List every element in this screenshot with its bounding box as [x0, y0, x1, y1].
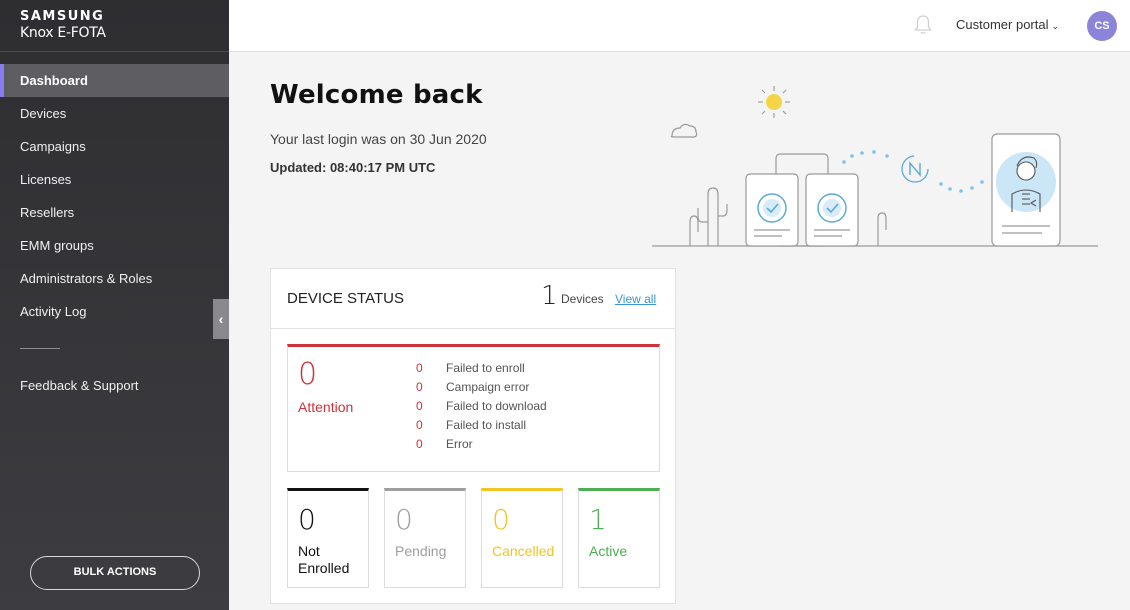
avatar[interactable]: CS	[1087, 11, 1117, 41]
sidebar-item-feedback-support[interactable]: Feedback & Support	[0, 369, 229, 402]
attention-panel[interactable]: 0 Attention 0 Failed to enroll 0 Campaign …	[287, 344, 660, 472]
sidebar-item-emm-groups[interactable]: EMM groups	[0, 229, 229, 262]
bell-icon[interactable]	[913, 14, 933, 36]
updated-timestamp: Updated: 08:40:17 PM UTC	[270, 160, 436, 175]
status-tile-not-enrolled[interactable]: 0 Not Enrolled	[287, 488, 369, 588]
row-count: 0	[416, 380, 423, 394]
tile-label: Cancelled	[492, 543, 555, 559]
brand-logo: SAMSUNG Knox E-FOTA	[0, 0, 229, 52]
top-bar: Customer portal ⌄ CS	[229, 0, 1130, 52]
row-label: Failed to download	[446, 399, 547, 413]
device-status-card: DEVICE STATUS 1 Devices View all 0 Atten…	[270, 268, 676, 604]
attention-row-failed-to-enroll: 0 Failed to enroll	[416, 361, 547, 380]
row-label: Error	[446, 437, 473, 451]
tile-count: 0	[395, 503, 413, 536]
customer-portal-dropdown[interactable]: Customer portal ⌄	[956, 17, 1059, 32]
attention-row-error: 0 Error	[416, 437, 547, 456]
sidebar: SAMSUNG Knox E-FOTA Dashboard Devices Ca…	[0, 0, 229, 610]
view-all-link[interactable]: View all	[615, 292, 656, 306]
attention-row-failed-to-download: 0 Failed to download	[416, 399, 547, 418]
brand-line-1: SAMSUNG	[20, 9, 105, 24]
sidebar-item-administrators-roles[interactable]: Administrators & Roles	[0, 262, 229, 295]
status-tile-cancelled[interactable]: 0 Cancelled	[481, 488, 563, 588]
welcome-illustration	[652, 86, 1098, 247]
tile-count: 1	[589, 503, 607, 536]
sidebar-item-activity-log[interactable]: Activity Log	[0, 295, 229, 328]
status-tile-pending[interactable]: 0 Pending	[384, 488, 466, 588]
device-status-header: DEVICE STATUS 1 Devices View all	[271, 269, 675, 329]
tile-label: Pending	[395, 543, 447, 559]
attention-row-failed-to-install: 0 Failed to install	[416, 418, 547, 437]
row-count: 0	[416, 361, 423, 375]
row-count: 0	[416, 437, 423, 451]
row-count: 0	[416, 418, 423, 432]
sidebar-item-dashboard[interactable]: Dashboard	[0, 64, 229, 97]
chevron-down-icon: ⌄	[1051, 21, 1060, 31]
attention-label: Attention	[298, 399, 354, 415]
total-device-count: 1	[541, 281, 558, 311]
sidebar-nav: Dashboard Devices Campaigns Licenses Res…	[0, 64, 229, 402]
devices-label: Devices	[561, 292, 604, 306]
row-label: Failed to enroll	[446, 361, 525, 375]
row-label: Campaign error	[446, 380, 530, 394]
brand-line-2: Knox E-FOTA	[20, 25, 106, 41]
tile-label: Active	[589, 543, 628, 559]
bulk-actions-button[interactable]: BULK ACTIONS	[30, 556, 200, 590]
sidebar-divider	[20, 348, 60, 349]
status-tile-active[interactable]: 1 Active	[578, 488, 660, 588]
page-title: Welcome back	[270, 80, 483, 110]
row-count: 0	[416, 399, 423, 413]
sidebar-item-licenses[interactable]: Licenses	[0, 163, 229, 196]
chevron-left-icon: ‹	[218, 311, 224, 327]
row-label: Failed to install	[446, 418, 527, 432]
sidebar-item-resellers[interactable]: Resellers	[0, 196, 229, 229]
last-login-text: Your last login was on 30 Jun 2020	[270, 131, 487, 147]
attention-breakdown: 0 Failed to enroll 0 Campaign error 0 Faile…	[416, 361, 547, 456]
tile-label: Not Enrolled	[298, 543, 350, 576]
device-status-title: DEVICE STATUS	[287, 290, 404, 307]
sidebar-collapse-button[interactable]: ‹	[213, 299, 229, 339]
tile-count: 0	[492, 503, 510, 536]
sidebar-item-campaigns[interactable]: Campaigns	[0, 130, 229, 163]
attention-row-campaign-error: 0 Campaign error	[416, 380, 547, 399]
attention-count: 0	[298, 357, 318, 392]
sidebar-item-devices[interactable]: Devices	[0, 97, 229, 130]
portal-label: Customer portal	[956, 17, 1049, 32]
tile-count: 0	[298, 503, 316, 536]
